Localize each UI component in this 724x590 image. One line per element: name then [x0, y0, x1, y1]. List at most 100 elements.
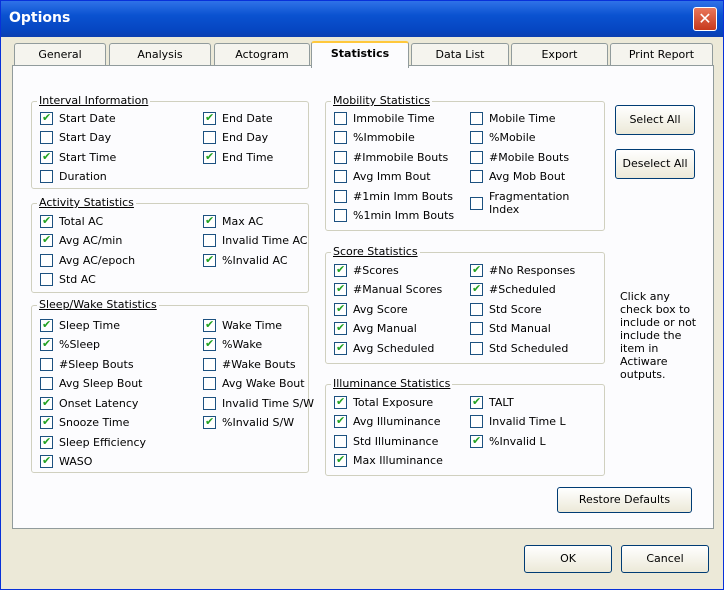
restore-defaults-button[interactable]: Restore Defaults — [557, 487, 692, 513]
checkbox-box[interactable] — [334, 189, 347, 203]
checkbox-box[interactable] — [470, 341, 483, 355]
sleep-checkbox[interactable]: Sleep Time — [40, 317, 120, 333]
checkbox-box[interactable] — [40, 111, 53, 125]
activity-checkbox[interactable]: Invalid Time AC — [203, 233, 308, 249]
sleep-checkbox[interactable]: Onset Latency — [40, 395, 138, 411]
mobility-checkbox[interactable]: %Immobile — [334, 130, 415, 146]
checkbox-box[interactable] — [334, 414, 347, 428]
mobility-checkbox[interactable]: %Mobile — [470, 130, 536, 146]
score-checkbox[interactable]: #Manual Scores — [334, 282, 442, 298]
interval-checkbox[interactable]: Start Time — [40, 149, 116, 165]
checkbox-box[interactable] — [203, 150, 216, 164]
checkbox-box[interactable] — [40, 131, 53, 144]
checkbox-box[interactable] — [40, 337, 53, 351]
checkbox-box[interactable] — [203, 253, 216, 267]
sleep-checkbox[interactable]: Sleep Efficiency — [40, 434, 146, 450]
tab-analysis[interactable]: Analysis — [109, 43, 211, 66]
checkbox-box[interactable] — [470, 415, 483, 428]
mobility-checkbox[interactable]: Avg Mob Bout — [470, 169, 565, 185]
tab-data-list[interactable]: Data List — [411, 43, 509, 66]
sleep-checkbox[interactable]: Avg Sleep Bout — [40, 376, 142, 392]
mobility-checkbox[interactable]: Avg Imm Bout — [334, 169, 431, 185]
sleep-checkbox[interactable]: #Wake Bouts — [203, 356, 296, 372]
checkbox-box[interactable] — [470, 282, 483, 296]
interval-checkbox[interactable]: Start Date — [40, 110, 116, 126]
checkbox-box[interactable] — [203, 396, 216, 410]
illum-checkbox[interactable]: TALT — [470, 394, 514, 410]
ok-button[interactable]: OK — [524, 545, 612, 573]
checkbox-box[interactable] — [40, 454, 53, 468]
checkbox-box[interactable] — [40, 435, 53, 449]
checkbox-box[interactable] — [203, 337, 216, 351]
interval-checkbox[interactable]: End Date — [203, 110, 273, 126]
score-checkbox[interactable]: #No Responses — [470, 262, 575, 278]
mobility-checkbox[interactable]: #Immobile Bouts — [334, 149, 448, 165]
tab-export[interactable]: Export — [511, 43, 608, 66]
checkbox-box[interactable] — [203, 131, 216, 144]
illum-checkbox[interactable]: Max Illuminance — [334, 453, 443, 469]
checkbox-box[interactable] — [203, 415, 216, 429]
checkbox-box[interactable] — [40, 150, 53, 164]
checkbox-box[interactable] — [470, 150, 483, 164]
sleep-checkbox[interactable]: %Wake — [203, 337, 262, 353]
checkbox-box[interactable] — [40, 396, 53, 410]
checkbox-box[interactable] — [334, 282, 347, 296]
checkbox-box[interactable] — [40, 273, 53, 286]
checkbox-box[interactable] — [470, 395, 483, 409]
checkbox-box[interactable] — [470, 196, 483, 210]
tab-general[interactable]: General — [14, 43, 106, 66]
sleep-checkbox[interactable]: #Sleep Bouts — [40, 356, 134, 372]
illum-checkbox[interactable]: Invalid Time L — [470, 414, 566, 430]
checkbox-box[interactable] — [334, 263, 347, 277]
illum-checkbox[interactable]: Total Exposure — [334, 394, 433, 410]
checkbox-box[interactable] — [40, 170, 53, 183]
sleep-checkbox[interactable]: Wake Time — [203, 317, 282, 333]
score-checkbox[interactable]: Std Manual — [470, 321, 551, 337]
checkbox-box[interactable] — [334, 131, 347, 144]
score-checkbox[interactable]: #Scheduled — [470, 282, 556, 298]
checkbox-box[interactable] — [470, 434, 483, 448]
checkbox-box[interactable] — [334, 434, 347, 448]
illum-checkbox[interactable]: Avg Illuminance — [334, 414, 440, 430]
deselect-all-button[interactable]: Deselect All — [615, 149, 695, 179]
checkbox-box[interactable] — [470, 131, 483, 144]
mobility-checkbox[interactable]: %1min Imm Bouts — [334, 208, 454, 224]
score-checkbox[interactable]: Std Scheduled — [470, 340, 568, 356]
checkbox-box[interactable] — [470, 263, 483, 277]
close-button[interactable]: ✕ — [693, 7, 717, 31]
checkbox-box[interactable] — [203, 318, 216, 332]
checkbox-box[interactable] — [203, 214, 216, 228]
checkbox-box[interactable] — [40, 214, 53, 228]
sleep-checkbox[interactable]: Snooze Time — [40, 415, 129, 431]
activity-checkbox[interactable]: Avg AC/min — [40, 233, 122, 249]
score-checkbox[interactable]: Std Score — [470, 301, 542, 317]
checkbox-box[interactable] — [334, 341, 347, 355]
activity-checkbox[interactable]: %Invalid AC — [203, 252, 288, 268]
checkbox-box[interactable] — [334, 150, 347, 164]
checkbox-box[interactable] — [203, 377, 216, 390]
checkbox-box[interactable] — [334, 111, 347, 125]
checkbox-box[interactable] — [334, 395, 347, 409]
checkbox-box[interactable] — [40, 377, 53, 390]
mobility-checkbox[interactable]: #1min Imm Bouts — [334, 188, 453, 204]
interval-checkbox[interactable]: End Time — [203, 149, 273, 165]
sleep-checkbox[interactable]: Avg Wake Bout — [203, 376, 305, 392]
sleep-checkbox[interactable]: Invalid Time S/W — [203, 395, 314, 411]
mobility-checkbox[interactable]: Mobile Time — [470, 110, 556, 126]
activity-checkbox[interactable]: Total AC — [40, 213, 103, 229]
checkbox-box[interactable] — [40, 233, 53, 247]
illum-checkbox[interactable]: Std Illuminance — [334, 433, 438, 449]
checkbox-box[interactable] — [40, 318, 53, 332]
mobility-checkbox[interactable]: Immobile Time — [334, 110, 435, 126]
tab-statistics[interactable]: Statistics — [311, 41, 409, 68]
checkbox-box[interactable] — [203, 357, 216, 371]
interval-checkbox[interactable]: End Day — [203, 130, 268, 146]
checkbox-box[interactable] — [203, 111, 216, 125]
mobility-checkbox[interactable]: Fragmentation Index — [470, 188, 569, 218]
checkbox-box[interactable] — [470, 111, 483, 125]
score-checkbox[interactable]: Avg Manual — [334, 321, 417, 337]
checkbox-box[interactable] — [470, 170, 483, 183]
activity-checkbox[interactable]: Avg AC/epoch — [40, 252, 135, 268]
sleep-checkbox[interactable]: WASO — [40, 454, 92, 470]
checkbox-box[interactable] — [470, 302, 483, 316]
